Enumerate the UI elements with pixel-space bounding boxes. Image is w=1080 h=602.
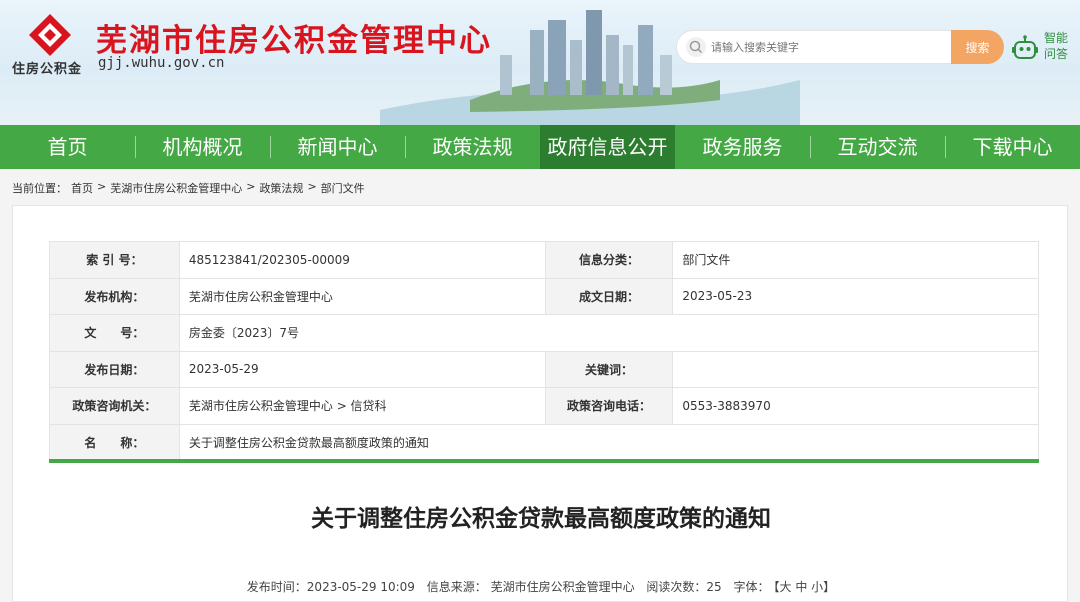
nav-interaction[interactable]: 互动交流 — [810, 125, 945, 169]
smart-qa-link[interactable]: 智能问答 — [1044, 30, 1074, 62]
breadcrumb-sep: > — [97, 180, 107, 193]
breadcrumb-current[interactable]: 部门文件 — [321, 180, 365, 196]
consult-org-value: 芜湖市住房公积金管理中心 > 信贷科 — [178, 387, 546, 425]
consult-tel-label: 政策咨询电话： — [544, 387, 674, 425]
font-size-label: 字体： — [733, 580, 770, 594]
view-count: 阅读次数：25 — [646, 580, 722, 594]
doc-name-label: 名 称： — [49, 423, 180, 461]
keywords-value — [672, 350, 1039, 388]
site-title[interactable]: 芜湖市住房公积金管理中心 — [96, 15, 492, 60]
nav-policy[interactable]: 政策法规 — [405, 125, 540, 169]
doc-number-value: 房金委〔2023〕7号 — [178, 314, 1040, 352]
logo-subtitle: 住房公积金 — [12, 62, 83, 77]
nav-services[interactable]: 政务服务 — [675, 125, 810, 169]
font-size-switcher[interactable]: 【大 中 小】 — [774, 580, 836, 594]
keywords-label: 关键词： — [544, 350, 674, 388]
divider — [49, 459, 1039, 463]
content-panel: 索 引 号： 485123841/202305-00009 信息分类： 部门文件… — [12, 205, 1068, 602]
publisher-label: 发布机构： — [49, 277, 180, 315]
nav-downloads[interactable]: 下载中心 — [945, 125, 1080, 169]
table-row: 索 引 号： 485123841/202305-00009 信息分类： 部门文件 — [49, 241, 1039, 279]
breadcrumb-policy[interactable]: 政策法规 — [259, 180, 303, 196]
breadcrumb-sep: > — [307, 180, 317, 193]
info-source: 信息来源： 芜湖市住房公积金管理中心 — [426, 580, 635, 594]
breadcrumb-sep: > — [246, 180, 256, 193]
site-header: 住房公积金 芜湖市住房公积金管理中心 gjj.wuhu.gov.cn 搜索 智能… — [0, 0, 1080, 125]
breadcrumb-prefix: 当前位置： — [12, 182, 67, 195]
publish-time: 发布时间：2023-05-29 10:09 — [246, 580, 415, 594]
search-input[interactable] — [711, 40, 941, 54]
doc-name-value: 关于调整住房公积金贷款最高额度政策的通知 — [178, 423, 1040, 461]
breadcrumb: 当前位置： 首页 > 芜湖市住房公积金管理中心 > 政策法规 > 部门文件 — [12, 180, 369, 196]
table-row: 名 称： 关于调整住房公积金贷款最高额度政策的通知 — [49, 423, 1040, 461]
publish-date-value: 2023-05-29 — [178, 350, 546, 388]
document-title: 关于调整住房公积金贷款最高额度政策的通知 — [311, 506, 771, 532]
publisher-value: 芜湖市住房公积金管理中心 — [178, 277, 546, 315]
nav-news[interactable]: 新闻中心 — [270, 125, 405, 169]
table-row: 发布机构： 芜湖市住房公积金管理中心 成文日期： 2023-05-23 — [49, 277, 1039, 315]
index-no-value: 485123841/202305-00009 — [178, 241, 546, 279]
breadcrumb-center[interactable]: 芜湖市住房公积金管理中心 — [110, 180, 242, 196]
housing-fund-logo — [29, 14, 71, 56]
publish-date-label: 发布日期： — [49, 350, 180, 388]
category-value: 部门文件 — [672, 241, 1039, 279]
created-date-label: 成文日期： — [544, 277, 674, 315]
main-nav: 首页 机构概况 新闻中心 政策法规 政府信息公开 政务服务 互动交流 下载中心 — [0, 125, 1080, 169]
nav-gov-info[interactable]: 政府信息公开 — [540, 125, 675, 169]
doc-number-label: 文 号： — [49, 314, 180, 352]
category-label: 信息分类： — [544, 241, 674, 279]
consult-org-label: 政策咨询机关： — [49, 387, 180, 425]
search-icon — [686, 37, 706, 57]
robot-icon[interactable] — [1011, 34, 1039, 62]
search-box — [676, 30, 952, 64]
metadata-table: 索 引 号： 485123841/202305-00009 信息分类： 部门文件… — [49, 241, 1040, 461]
nav-about[interactable]: 机构概况 — [135, 125, 270, 169]
document-info: 发布时间：2023-05-29 10:09 信息来源： 芜湖市住房公积金管理中心… — [13, 578, 1069, 595]
consult-tel-value: 0553-3883970 — [672, 387, 1039, 425]
nav-home[interactable]: 首页 — [0, 125, 135, 169]
created-date-value: 2023-05-23 — [672, 277, 1039, 315]
breadcrumb-home[interactable]: 首页 — [71, 180, 93, 196]
table-row: 政策咨询机关： 芜湖市住房公积金管理中心 > 信贷科 政策咨询电话： 0553-… — [49, 387, 1039, 425]
table-row: 文 号： 房金委〔2023〕7号 — [49, 314, 1040, 352]
table-row: 发布日期： 2023-05-29 关键词： — [49, 350, 1039, 388]
site-url: gjj.wuhu.gov.cn — [98, 55, 225, 71]
search-button[interactable]: 搜索 — [951, 30, 1004, 64]
index-no-label: 索 引 号： — [49, 241, 180, 279]
